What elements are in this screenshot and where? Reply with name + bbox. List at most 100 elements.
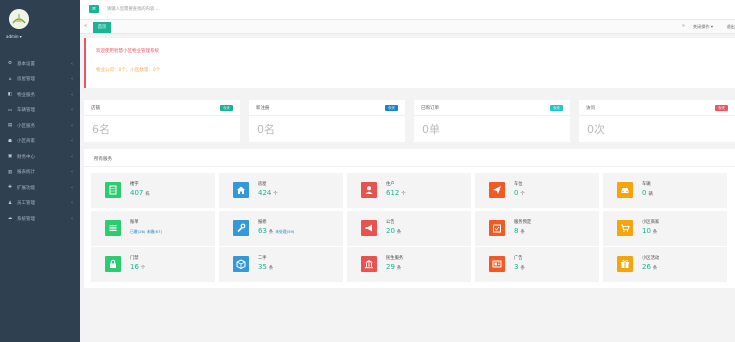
tile-count: 63 条未处理(59) bbox=[258, 227, 295, 235]
sidebar-item-basic-settings[interactable]: ⚙ 基本设置 ‹ bbox=[0, 56, 80, 72]
service-icon: ◧ bbox=[7, 92, 13, 98]
stat-card-orders: 已购订单 今天 0单 bbox=[414, 100, 570, 142]
tile-label: 二手 bbox=[258, 256, 267, 261]
store-icon: ▤ bbox=[7, 123, 13, 129]
tile-label: 住户 bbox=[386, 182, 395, 187]
chevron-left-icon: ‹ bbox=[71, 153, 73, 160]
sidebar-item-label: 小区商家 bbox=[17, 139, 35, 145]
tile-count: 16 个 bbox=[130, 263, 146, 271]
tile-count: 35 条 bbox=[258, 263, 274, 271]
chevron-left-icon: ‹ bbox=[71, 200, 73, 207]
calendar-check-icon bbox=[489, 220, 505, 236]
tile-label: 服务预定 bbox=[514, 220, 532, 225]
stat-card-shops: 店铺 今天 6名 bbox=[84, 100, 240, 142]
tile-label: 报修 bbox=[258, 220, 267, 225]
search-input[interactable]: 请输入您需要查找的内容 … bbox=[107, 6, 160, 12]
service-tile-buildings[interactable]: 楼宇 407 栋 bbox=[91, 173, 215, 208]
welcome-panel: 欢迎使用智慧小区物业管理系统 物业公司：0个，小区数量：0个 bbox=[84, 38, 735, 88]
divider bbox=[84, 115, 240, 116]
chart-icon: ▥ bbox=[7, 169, 13, 175]
tile-count: 3条 bbox=[514, 263, 525, 271]
tile-count: 8条 bbox=[514, 227, 525, 235]
sidebar-item-vehicle[interactable]: ▭ 车辆管理 ‹ bbox=[0, 103, 80, 119]
status-badge: 今天 bbox=[714, 105, 728, 111]
sidebar-item-label: 扩展功能 bbox=[17, 185, 35, 191]
tile-count: 407 栋 bbox=[130, 189, 150, 197]
service-tile-access-control[interactable]: 门禁 16 个 bbox=[91, 247, 215, 282]
sidebar-item-community-service[interactable]: ▤ 小区服务 ‹ bbox=[0, 118, 80, 134]
tile-label: 民生服务 bbox=[386, 256, 404, 261]
shop-icon: ☗ bbox=[7, 138, 13, 144]
send-icon bbox=[489, 182, 505, 198]
sidebar-item-label: 基本设置 bbox=[17, 61, 35, 67]
tile-label: 门禁 bbox=[130, 256, 139, 261]
service-tile-parking[interactable]: 车位 0个 bbox=[475, 173, 599, 208]
service-tile-bills[interactable]: 账单 已缴(26) 未缴(67) bbox=[91, 211, 215, 246]
service-tile-vehicles[interactable]: 车辆 0辆 bbox=[603, 173, 727, 208]
status-badge: 今天 bbox=[219, 105, 233, 111]
divider bbox=[579, 115, 735, 116]
stat-value: 0单 bbox=[422, 123, 440, 136]
stat-card-visits: 访问 今天 0次 bbox=[579, 100, 735, 142]
tab-scroll-left-icon[interactable]: « bbox=[84, 23, 87, 29]
avatar[interactable] bbox=[9, 9, 29, 29]
service-tile-merchants[interactable]: 小区商家 10 条 bbox=[603, 211, 727, 246]
sidebar-item-label: 小区服务 bbox=[17, 123, 35, 129]
top-bar: ≡ 请输入您需要查找的内容 … bbox=[80, 0, 735, 20]
service-tile-activities[interactable]: 小区活动 26 条 bbox=[603, 247, 727, 282]
chevron-left-icon: ‹ bbox=[71, 76, 73, 83]
status-badge: 今天 bbox=[549, 105, 563, 111]
tab-home[interactable]: 首页 bbox=[93, 22, 111, 33]
stat-title: 新注册 bbox=[256, 106, 270, 111]
tab-bar: « 首页 » 关闭操作 ▾ 退出 bbox=[80, 20, 735, 34]
status-badge: 今天 bbox=[384, 105, 398, 111]
divider bbox=[249, 115, 405, 116]
exit-button[interactable]: 退出 bbox=[727, 24, 735, 30]
sidebar-item-property-service[interactable]: ◧ 物业服务 ‹ bbox=[0, 87, 80, 103]
service-tile-bookings[interactable]: 服务预定 8条 bbox=[475, 211, 599, 246]
car-icon bbox=[617, 182, 633, 198]
cloud-icon: ☁ bbox=[7, 216, 13, 222]
tile-count: 424 个 bbox=[258, 189, 278, 197]
tile-label: 车辆 bbox=[642, 182, 651, 187]
tab-scroll-right-icon[interactable]: » bbox=[682, 23, 685, 29]
sidebar-header: admin ▾ bbox=[0, 0, 80, 50]
sidebar-item-label: 房屋管理 bbox=[17, 77, 35, 83]
megaphone-icon bbox=[361, 220, 377, 236]
sidebar-item-extensions[interactable]: ✚ 扩展功能 ‹ bbox=[0, 180, 80, 196]
chevron-left-icon: ‹ bbox=[71, 138, 73, 145]
tile-count: 26 条 bbox=[642, 263, 658, 271]
sidebar-item-staff[interactable]: ♟ 员工管理 ‹ bbox=[0, 196, 80, 212]
service-tile-public-services[interactable]: 民生服务 29 条 bbox=[347, 247, 471, 282]
service-tile-houses[interactable]: 房屋 424 个 bbox=[219, 173, 343, 208]
tile-count: 0辆 bbox=[642, 189, 653, 197]
wrench-icon bbox=[233, 220, 249, 236]
sidebar-item-label: 报表统计 bbox=[17, 170, 35, 176]
service-tile-second-hand[interactable]: 二手 35 条 bbox=[219, 247, 343, 282]
sidebar-item-merchant[interactable]: ☗ 小区商家 ‹ bbox=[0, 134, 80, 150]
tile-label: 小区商家 bbox=[642, 220, 660, 225]
sidebar-item-reports[interactable]: ▥ 报表统计 ‹ bbox=[0, 165, 80, 181]
car-icon: ▭ bbox=[7, 107, 13, 113]
admin-name[interactable]: admin ▾ bbox=[6, 34, 22, 39]
sidebar-item-label: 财务中心 bbox=[17, 154, 35, 160]
stat-value: 6名 bbox=[92, 123, 110, 136]
chevron-left-icon: ‹ bbox=[71, 184, 73, 191]
close-operations-dropdown[interactable]: 关闭操作 ▾ bbox=[693, 24, 713, 30]
tile-count: 20 条 bbox=[386, 227, 402, 235]
building-icon bbox=[105, 182, 121, 198]
sidebar-item-house[interactable]: ⌂ 房屋管理 ‹ bbox=[0, 72, 80, 88]
wallet-icon: ▣ bbox=[7, 154, 13, 160]
sidebar-item-system[interactable]: ☁ 系统管理 ‹ bbox=[0, 211, 80, 227]
service-tile-residents[interactable]: 住户 612 个 bbox=[347, 173, 471, 208]
menu-toggle-button[interactable]: ≡ bbox=[89, 5, 99, 13]
stat-value: 0次 bbox=[587, 123, 605, 136]
divider bbox=[414, 115, 570, 116]
service-tile-notices[interactable]: 公告 20 条 bbox=[347, 211, 471, 246]
sidebar-item-label: 系统管理 bbox=[17, 216, 35, 222]
service-tile-ads[interactable]: 广告 3条 bbox=[475, 247, 599, 282]
service-tile-repairs[interactable]: 报修 63 条未处理(59) bbox=[219, 211, 343, 246]
sidebar-item-finance[interactable]: ▣ 财务中心 ‹ bbox=[0, 149, 80, 165]
services-title: 所有服务 bbox=[94, 157, 112, 162]
tile-label: 公告 bbox=[386, 220, 395, 225]
